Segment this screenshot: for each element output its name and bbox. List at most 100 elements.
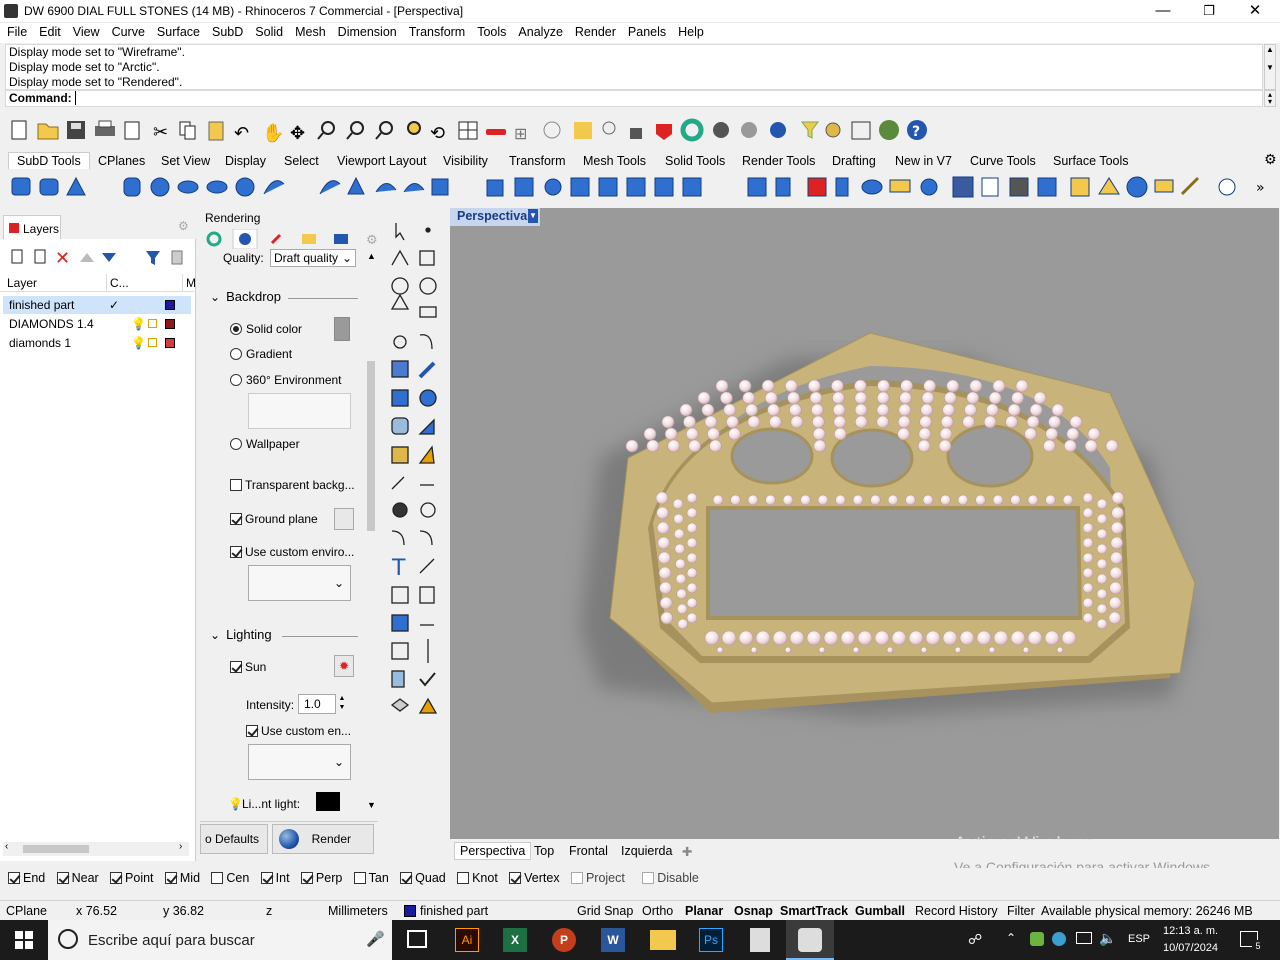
osnap-end-checkbox[interactable] [8, 872, 20, 884]
osnap-end[interactable]: End [8, 871, 45, 885]
lighting-section[interactable]: Lighting [210, 627, 272, 642]
osnap-tan-checkbox[interactable] [353, 872, 366, 884]
menu-dimension[interactable]: Dimension [331, 23, 402, 39]
wallpaper-option[interactable]: Wallpaper [230, 437, 300, 451]
tab-subd-tools[interactable]: SubD Tools [8, 152, 90, 169]
env360-selector[interactable] [248, 393, 351, 429]
layers-hscrollbar[interactable]: ‹ › [3, 841, 189, 856]
skylight-option[interactable]: 💡Li...nt light: [228, 797, 300, 811]
osnap-project-checkbox[interactable] [570, 872, 583, 884]
smarttrack-toggle[interactable]: SmartTrack [780, 904, 848, 918]
sun-checkbox[interactable] [230, 661, 242, 673]
record-history-toggle[interactable]: Record History [915, 904, 998, 918]
tab-new-in-v7[interactable]: New in V7 [895, 154, 952, 168]
tabs-gear-icon[interactable]: ⚙ [1264, 151, 1277, 168]
file-explorer-icon[interactable] [650, 930, 676, 950]
osnap-mid[interactable]: Mid [164, 871, 200, 885]
language-indicator[interactable]: ESP [1128, 933, 1150, 945]
osnap-point[interactable]: Point [110, 871, 154, 885]
gradient-radio[interactable] [230, 348, 242, 360]
gumball-toggle[interactable]: Gumball [855, 904, 905, 918]
menu-panels[interactable]: Panels [621, 23, 671, 39]
current-column-header[interactable]: C... [106, 274, 129, 292]
osnap-vertex-checkbox[interactable] [509, 872, 522, 884]
rendering-vscrollbar[interactable]: ▲ ▼ [364, 249, 378, 813]
env360-radio[interactable] [230, 374, 242, 386]
custom-env2-selector[interactable]: ⌄ [248, 744, 351, 780]
custom-env-checkbox[interactable] [230, 546, 242, 558]
osnap-vertex[interactable]: Vertex [509, 871, 560, 885]
transparent-option[interactable]: Transparent backg... [230, 478, 355, 492]
ground-plane-checkbox[interactable] [230, 513, 242, 525]
menu-tools[interactable]: Tools [470, 23, 511, 39]
tab-select[interactable]: Select [284, 154, 319, 168]
microphone-icon[interactable]: 🎤 [366, 930, 385, 948]
osnap-disable-checkbox[interactable] [642, 872, 655, 884]
clock-time[interactable]: 12:13 a. m. [1163, 925, 1218, 937]
tab-transform[interactable]: Transform [509, 154, 566, 168]
layer-color-swatch[interactable] [165, 319, 175, 329]
osnap-project[interactable]: Project [570, 871, 625, 885]
env360-option[interactable]: 360° Environment [230, 373, 342, 387]
layer-visible-bulb-icon[interactable]: 💡 [131, 334, 146, 352]
add-viewport-icon[interactable]: ✚ [682, 844, 692, 859]
powerpoint-icon[interactable]: P [552, 928, 576, 952]
taskbar-search[interactable]: Escribe aquí para buscar 🎤 [48, 920, 392, 960]
tab-viewport-layout[interactable]: Viewport Layout [337, 154, 426, 168]
task-view-icon[interactable] [407, 930, 427, 948]
tab-render-tools[interactable]: Render Tools [742, 154, 815, 168]
restore-defaults-button[interactable]: o Defaults [200, 824, 268, 854]
layer-color-swatch[interactable] [165, 338, 175, 348]
menu-file[interactable]: File [0, 23, 32, 39]
photoshop-icon[interactable]: Ps [699, 928, 723, 952]
render-button[interactable]: Render [272, 824, 374, 854]
planar-toggle[interactable]: Planar [685, 904, 723, 918]
menu-analyze[interactable]: Analyze [511, 23, 567, 39]
quality-dropdown[interactable]: Draft quality ⌄ [270, 249, 356, 267]
osnap-near[interactable]: Near [56, 871, 99, 885]
layer-visible-bulb-icon[interactable]: 💡 [131, 315, 146, 333]
sun-settings-icon[interactable]: ✹ [334, 655, 354, 677]
command-input[interactable] [74, 91, 76, 105]
ortho-toggle[interactable]: Ortho [642, 904, 673, 918]
menu-solid[interactable]: Solid [248, 23, 288, 39]
osnap-near-checkbox[interactable] [56, 872, 69, 884]
skylight-color-swatch[interactable] [316, 792, 340, 811]
custom-env-option[interactable]: Use custom enviro... [230, 545, 354, 559]
layer-color-swatch[interactable] [165, 300, 175, 310]
menu-subd[interactable]: SubD [205, 23, 248, 39]
people-icon[interactable]: ☍ [968, 931, 982, 948]
osnap-knot-checkbox[interactable] [457, 872, 470, 884]
menu-render[interactable]: Render [568, 23, 621, 39]
windows-start-icon[interactable] [15, 931, 33, 949]
osnap-int-checkbox[interactable] [260, 872, 273, 884]
tab-mesh-tools[interactable]: Mesh Tools [583, 154, 646, 168]
clock-date[interactable]: 10/07/2024 [1163, 942, 1218, 954]
restore-button[interactable]: ❐ [1186, 0, 1232, 23]
tab-set-view[interactable]: Set View [161, 154, 210, 168]
wallpaper-radio[interactable] [230, 438, 242, 450]
volume-icon[interactable]: 🔈 [1099, 930, 1116, 947]
filter-toggle[interactable]: Filter [1007, 904, 1035, 918]
menu-transform[interactable]: Transform [402, 23, 471, 39]
tab-frontal[interactable]: Frontal [569, 844, 608, 858]
tray-app-icon[interactable] [1030, 932, 1044, 946]
rhino-taskbar-button[interactable] [786, 920, 834, 960]
layer-row-finished-part[interactable]: finished part ✓ [3, 296, 191, 314]
osnap-point-checkbox[interactable] [110, 872, 123, 884]
ground-plane-option[interactable]: Ground plane [230, 512, 318, 526]
menu-view[interactable]: View [66, 23, 105, 39]
osnap-int[interactable]: Int [260, 871, 290, 885]
tab-surface-tools[interactable]: Surface Tools [1053, 154, 1129, 168]
solid-color-option[interactable]: Solid color [230, 322, 302, 336]
menu-curve[interactable]: Curve [105, 23, 150, 39]
layer-lock-icon[interactable] [148, 319, 157, 328]
status-layer[interactable]: finished part [404, 904, 488, 918]
menu-surface[interactable]: Surface [150, 23, 205, 39]
tab-cplanes[interactable]: CPlanes [98, 154, 145, 168]
minimize-button[interactable]: — [1140, 0, 1186, 23]
osnap-disable[interactable]: Disable [642, 871, 699, 885]
status-units[interactable]: Millimeters [328, 904, 388, 918]
grid-snap-toggle[interactable]: Grid Snap [577, 904, 633, 918]
tab-visibility[interactable]: Visibility [443, 154, 488, 168]
